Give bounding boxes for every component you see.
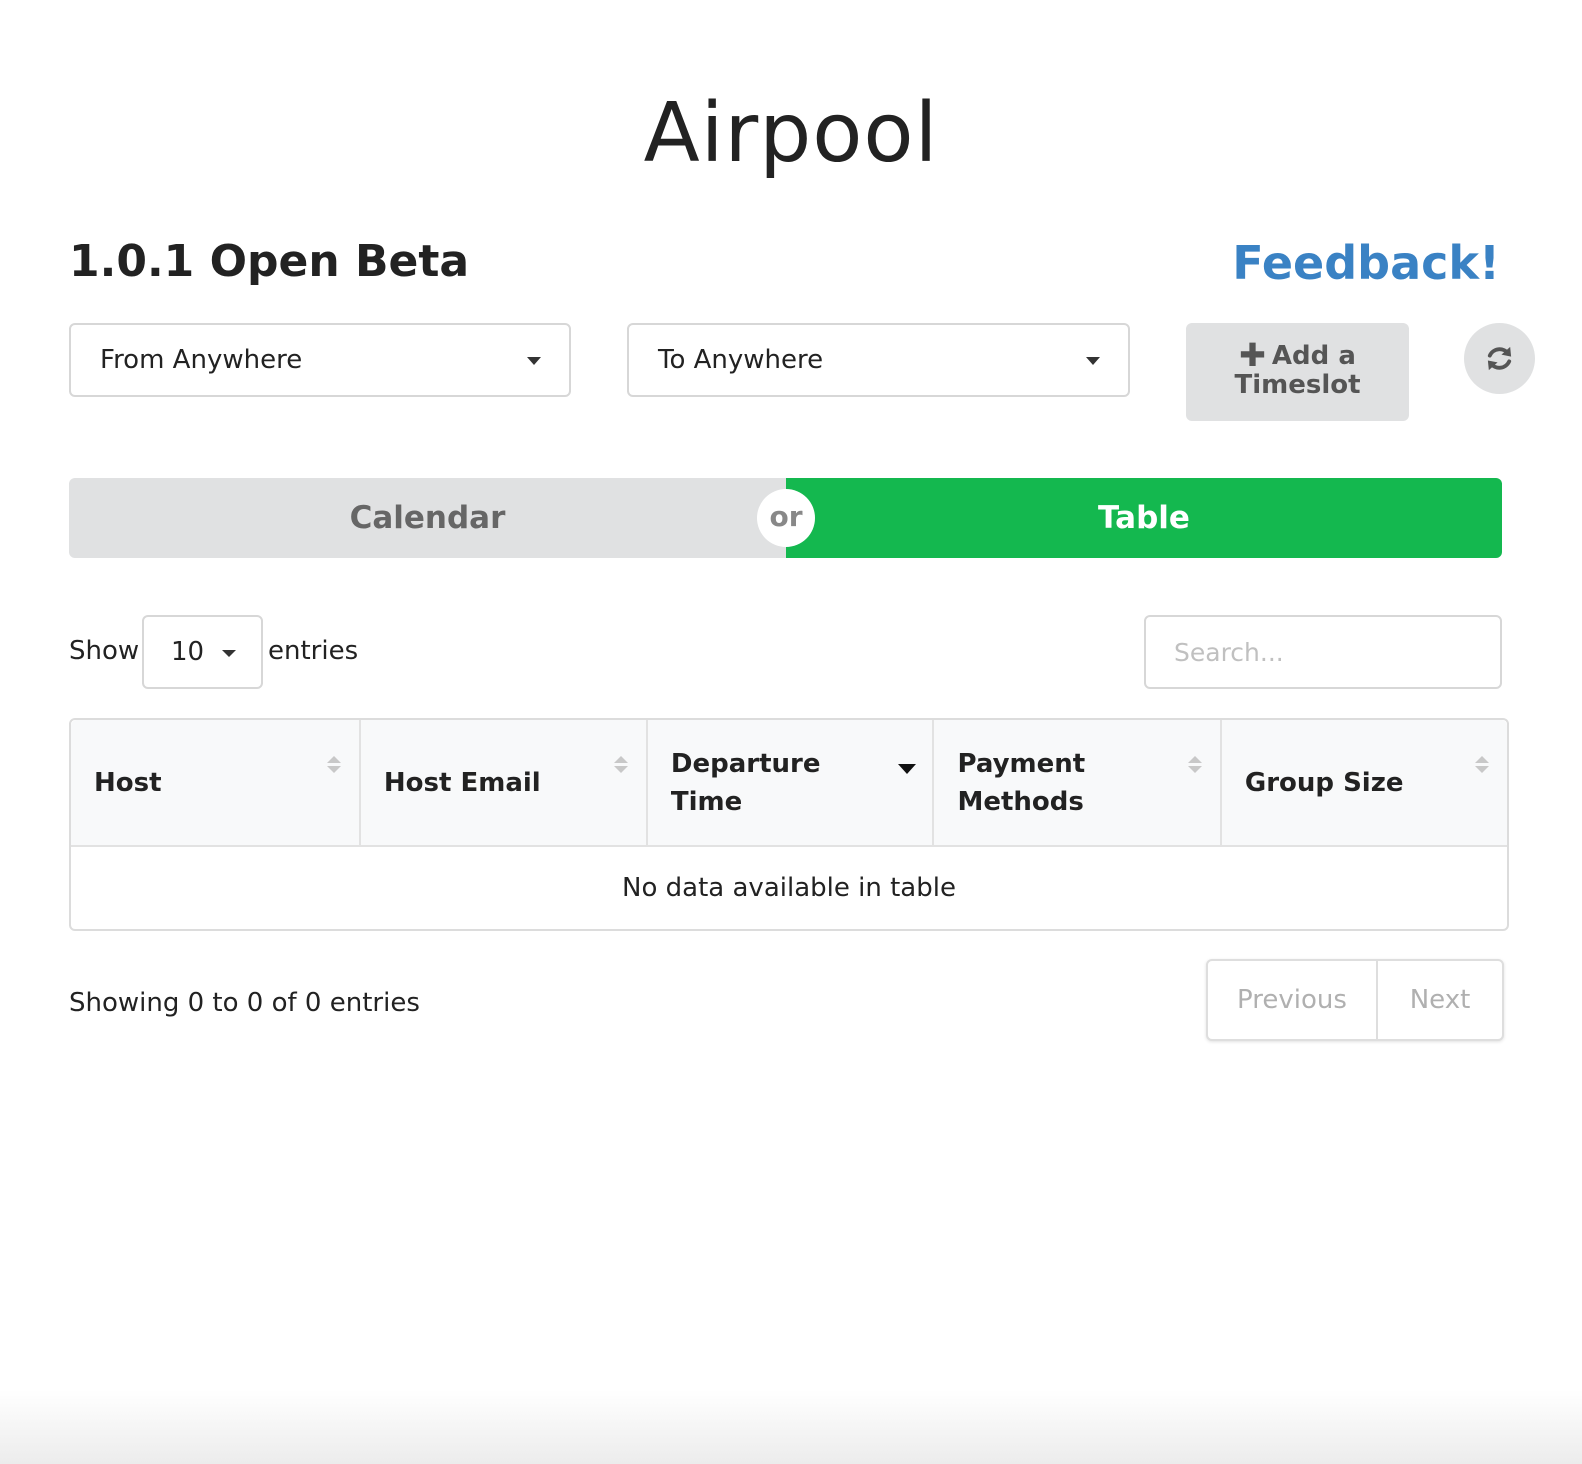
page: Airpool 1.0.1 Open Beta Feedback! From A… — [0, 0, 1582, 1464]
page-length-value: 10 — [171, 637, 205, 667]
sort-icon — [326, 756, 341, 776]
to-dropdown[interactable]: To Anywhere — [627, 323, 1130, 397]
table-toggle-button[interactable]: Table — [786, 478, 1502, 558]
from-dropdown-label: From Anywhere — [100, 345, 303, 375]
calendar-toggle-button[interactable]: Calendar — [69, 478, 786, 558]
table-row: No data available in table — [71, 847, 1507, 929]
to-dropdown-label: To Anywhere — [658, 345, 824, 375]
column-header-host-email[interactable]: Host Email — [358, 720, 646, 847]
column-header-label: Host — [94, 767, 162, 798]
next-button[interactable]: Next — [1378, 961, 1502, 1039]
previous-button[interactable]: Previous — [1208, 961, 1378, 1039]
version-heading: 1.0.1 Open Beta — [69, 236, 470, 287]
plus-icon: ✚ — [1239, 336, 1266, 374]
column-header-payment-methods[interactable]: Payment Methods — [932, 720, 1220, 847]
add-timeslot-button[interactable]: ✚ Add a Timeslot — [1186, 323, 1409, 421]
column-header-departure-time[interactable]: Departure Time — [645, 720, 933, 847]
sort-desc-icon — [898, 756, 917, 776]
column-header-label: Host Email — [383, 767, 541, 798]
sort-icon — [1187, 756, 1202, 776]
app-title: Airpool — [643, 86, 939, 181]
chevron-down-icon — [222, 650, 236, 657]
sort-icon — [1475, 756, 1489, 776]
view-toggle: Calendar or Table — [69, 478, 1502, 558]
from-dropdown[interactable]: From Anywhere — [69, 323, 571, 397]
or-divider: or — [757, 489, 815, 547]
timeslot-table: Host Host Email Departure Time Payment M… — [69, 718, 1509, 931]
sort-icon — [613, 756, 628, 776]
column-header-group-size[interactable]: Group Size — [1219, 720, 1507, 847]
column-header-label: Group Size — [1244, 767, 1404, 798]
column-header-label: Departure Time — [670, 748, 821, 817]
refresh-button[interactable] — [1464, 323, 1535, 394]
refresh-icon — [1487, 346, 1512, 371]
show-label: Show — [69, 636, 140, 666]
feedback-link[interactable]: Feedback! — [1232, 236, 1500, 290]
chevron-down-icon — [1086, 357, 1100, 365]
chevron-down-icon — [527, 357, 541, 365]
search-input[interactable] — [1144, 615, 1502, 689]
entries-label: entries — [268, 636, 359, 666]
column-header-label: Payment Methods — [957, 748, 1086, 817]
pagination: Previous Next — [1206, 959, 1504, 1041]
table-info: Showing 0 to 0 of 0 entries — [69, 988, 420, 1018]
page-length-select[interactable]: 10 — [142, 615, 263, 689]
empty-table-message: No data available in table — [622, 873, 956, 903]
column-header-host[interactable]: Host — [71, 720, 359, 847]
